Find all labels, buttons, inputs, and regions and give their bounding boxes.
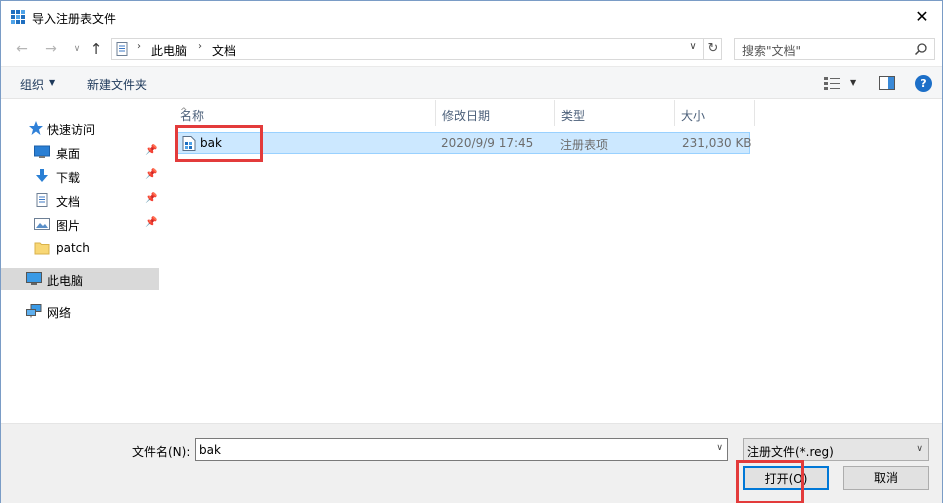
search-icon[interactable]	[914, 42, 928, 56]
column-header-date[interactable]: 修改日期	[436, 100, 555, 126]
sidebar-item-label: 快速访问	[47, 123, 96, 137]
up-button[interactable]: ↑	[86, 40, 106, 58]
help-icon[interactable]: ?	[915, 75, 932, 92]
forward-button[interactable]: →	[41, 40, 61, 58]
sidebar-item-desktop[interactable]: 桌面 📌	[1, 141, 159, 163]
table-row[interactable]: bak 2020/9/9 17:45 注册表项 231,030 KB	[177, 132, 752, 154]
pin-icon: 📌	[145, 193, 158, 204]
file-date: 2020/9/9 17:45	[441, 136, 534, 150]
chevron-down-icon[interactable]: ∨	[716, 443, 723, 453]
pin-icon: 📌	[145, 217, 158, 228]
import-registry-dialog: 导入注册表文件 ✕ ← → ∨ ↑ › 此电脑 › 文档 ∨ ↻ 搜索"文档"	[0, 0, 943, 503]
dialog-footer: 文件名(N): ∨ 注册文件(*.reg) ∨ 打开(O) 取消	[1, 423, 942, 503]
column-header-name[interactable]: 名称 ^	[174, 100, 436, 126]
sort-ascending-icon: ^	[180, 107, 188, 117]
close-icon: ✕	[915, 6, 929, 26]
registry-file-icon	[182, 136, 196, 151]
sidebar-item-network[interactable]: 网络	[1, 300, 159, 322]
title-bar: 导入注册表文件 ✕	[1, 1, 942, 33]
file-type: 注册表项	[560, 138, 609, 152]
breadcrumb-separator[interactable]: ›	[137, 41, 141, 52]
address-bar[interactable]: › 此电脑 › 文档 ∨ ↻	[111, 38, 722, 60]
pin-icon: 📌	[145, 169, 158, 180]
column-header-size[interactable]: 大小	[675, 100, 755, 126]
computer-icon	[26, 272, 42, 285]
desktop-icon	[34, 145, 50, 158]
sidebar-item-label: patch	[56, 241, 90, 255]
address-dropdown-button[interactable]: ∨	[685, 41, 701, 52]
pin-icon: 📌	[145, 145, 158, 156]
network-icon	[26, 304, 42, 318]
breadcrumb-separator[interactable]: ›	[198, 41, 202, 52]
document-icon	[36, 193, 48, 207]
chevron-down-icon[interactable]: ▼	[49, 78, 55, 87]
file-list: 名称 ^ 修改日期 类型 大小 bak 2020/9/9 17:45 注册表项 …	[165, 100, 942, 423]
documents-folder-icon	[116, 42, 128, 56]
file-name: bak	[200, 136, 222, 150]
sidebar-item-documents[interactable]: 文档 📌	[1, 189, 159, 211]
file-size: 231,030 KB	[682, 136, 752, 150]
back-button[interactable]: ←	[12, 40, 32, 58]
star-icon	[29, 121, 43, 135]
filetype-value: 注册文件(*.reg)	[747, 445, 834, 459]
sidebar-item-quick-access[interactable]: 快速访问	[1, 117, 159, 139]
recent-locations-button[interactable]: ∨	[67, 40, 87, 58]
view-options-icon[interactable]	[824, 77, 840, 90]
organize-button[interactable]: 组织	[20, 76, 44, 93]
sidebar-item-label: 此电脑	[47, 274, 84, 288]
folder-icon	[34, 242, 50, 255]
chevron-down-icon: ∨	[916, 444, 923, 454]
refresh-button[interactable]: ↻	[703, 39, 722, 59]
filename-label: 文件名(N):	[132, 445, 191, 459]
chevron-down-icon[interactable]: ▼	[850, 78, 856, 87]
column-header-label: 大小	[681, 109, 706, 123]
navigation-bar: ← → ∨ ↑ › 此电脑 › 文档 ∨ ↻ 搜索"文档"	[1, 33, 942, 65]
registry-editor-icon	[11, 10, 25, 24]
sidebar-item-pictures[interactable]: 图片 📌	[1, 213, 159, 235]
sidebar-item-this-pc[interactable]: 此电脑	[1, 268, 159, 290]
sidebar-item-downloads[interactable]: 下载 📌	[1, 165, 159, 187]
filetype-select[interactable]: 注册文件(*.reg) ∨	[743, 438, 929, 461]
sidebar-item-label: 桌面	[56, 147, 81, 161]
column-header-label: 类型	[561, 109, 586, 123]
open-button[interactable]: 打开(O)	[743, 466, 829, 490]
sidebar-item-label: 网络	[47, 306, 72, 320]
search-box[interactable]: 搜索"文档"	[734, 38, 935, 60]
sidebar-item-label: 下载	[56, 171, 81, 185]
close-button[interactable]: ✕	[902, 1, 942, 31]
preview-pane-icon[interactable]	[879, 76, 895, 90]
column-header-label: 修改日期	[442, 109, 491, 123]
window-title: 导入注册表文件	[32, 12, 117, 26]
navigation-pane: 快速访问 桌面 📌 下载 📌 文档 📌 图片 📌 patch 此电脑 网络	[1, 100, 159, 423]
new-folder-button[interactable]: 新建文件夹	[87, 76, 147, 93]
search-input[interactable]: 搜索"文档"	[742, 42, 801, 59]
sidebar-item-label: 文档	[56, 195, 81, 209]
command-toolbar: 组织 ▼ 新建文件夹 ▼ ?	[1, 66, 942, 99]
breadcrumb-documents[interactable]: 文档	[212, 42, 236, 59]
filename-field[interactable]	[199, 441, 699, 458]
picture-icon	[34, 218, 50, 230]
cancel-button[interactable]: 取消	[843, 466, 929, 490]
filename-combobox[interactable]: ∨	[195, 438, 728, 461]
column-header-type[interactable]: 类型	[555, 100, 675, 126]
breadcrumb-this-pc[interactable]: 此电脑	[151, 42, 187, 59]
download-icon	[36, 169, 48, 182]
sidebar-item-patch[interactable]: patch	[1, 237, 159, 259]
sidebar-item-label: 图片	[56, 219, 81, 233]
